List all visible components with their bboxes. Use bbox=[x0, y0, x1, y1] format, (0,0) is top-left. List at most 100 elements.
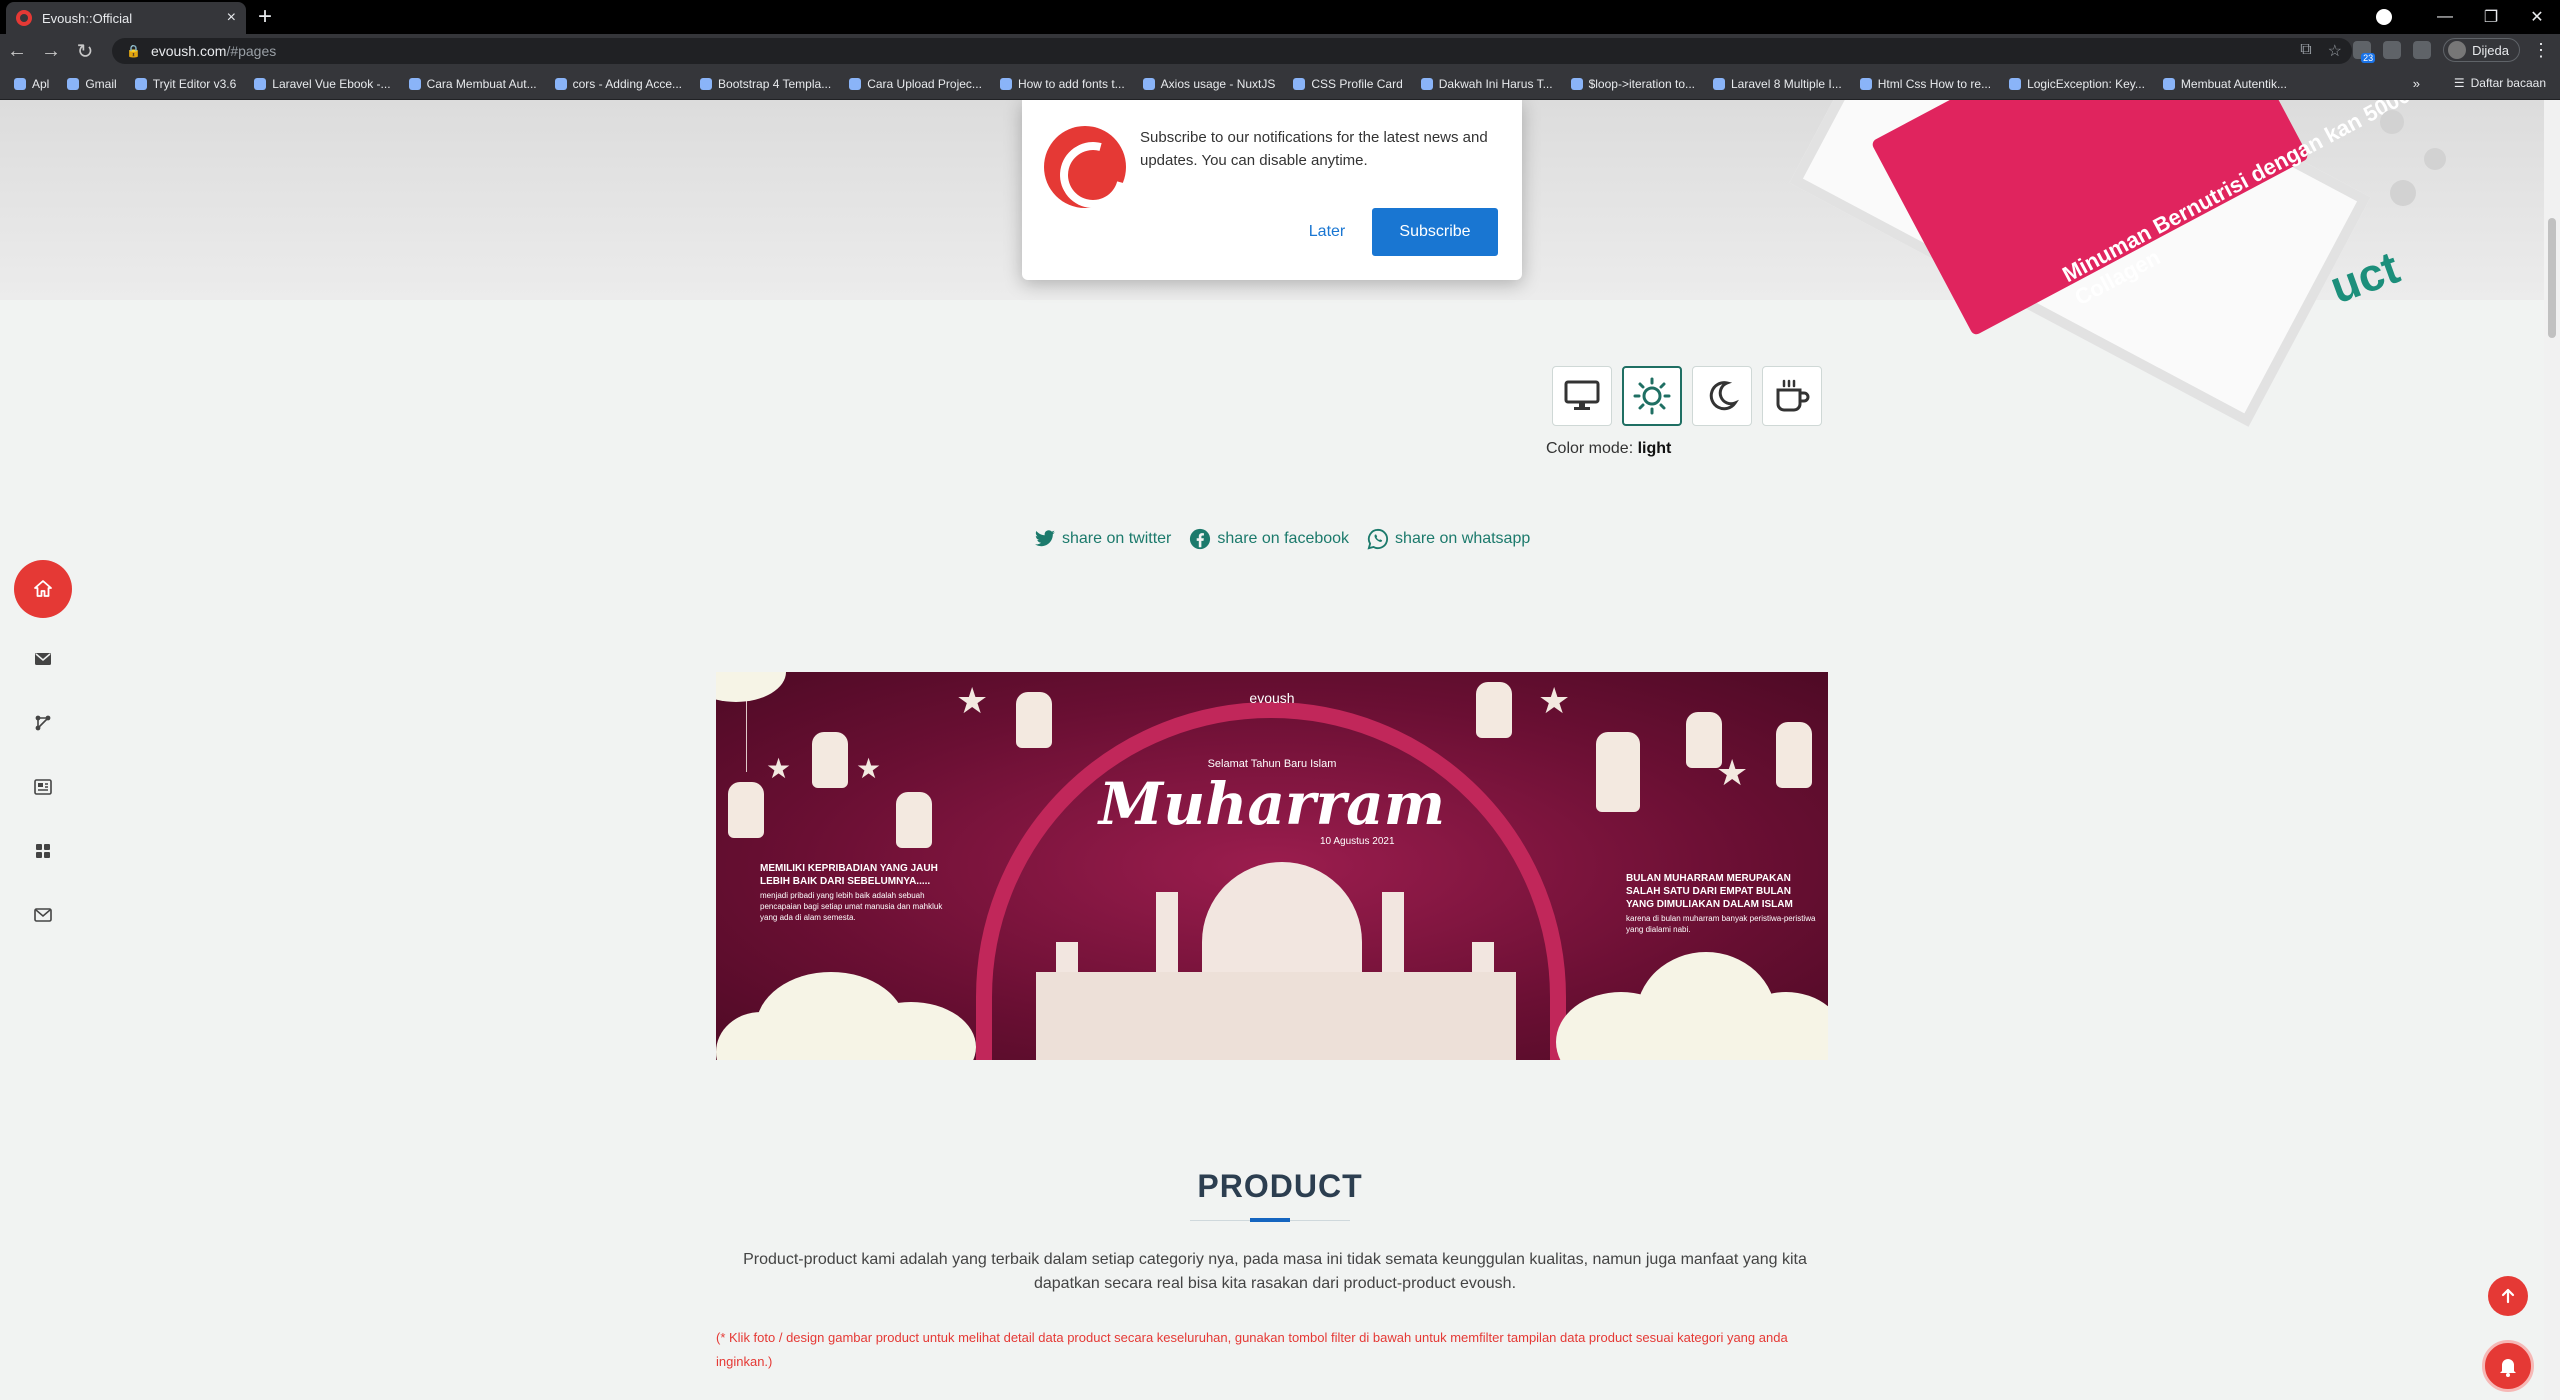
bookmark-item[interactable]: Axios usage - NuxtJS bbox=[1142, 77, 1275, 91]
evoush-logo-icon bbox=[1044, 126, 1126, 208]
bookmark-item[interactable]: Laravel Vue Ebook -... bbox=[254, 76, 391, 91]
mode-system-button[interactable] bbox=[1552, 366, 1612, 426]
youtube-icon bbox=[1420, 77, 1433, 90]
scrollbar-thumb[interactable] bbox=[2548, 218, 2556, 338]
apps-icon bbox=[14, 77, 26, 90]
bookmark-item[interactable]: LogicException: Key... bbox=[2009, 77, 2145, 91]
notification-prompt: Subscribe to our notifications for the l… bbox=[1022, 100, 1522, 280]
reload-button[interactable]: ↻ bbox=[68, 39, 102, 64]
bookmark-item[interactable]: CSS Profile Card bbox=[1293, 76, 1403, 91]
product-description: Product-product kami adalah yang terbaik… bbox=[743, 1251, 1807, 1292]
menu-kebab-icon[interactable]: ⋮ bbox=[2532, 40, 2550, 61]
mode-light-button[interactable] bbox=[1622, 366, 1682, 426]
bookmark-item[interactable]: Cara Upload Projec... bbox=[849, 77, 982, 91]
bookmark-label: Dakwah Ini Harus T... bbox=[1438, 76, 1553, 91]
share-whatsapp-label: share on whatsapp bbox=[1395, 530, 1531, 547]
bookmark-label: Tryit Editor v3.6 bbox=[152, 76, 237, 91]
bookmark-item[interactable]: Cara Membuat Aut... bbox=[408, 77, 537, 91]
arrow-up-icon bbox=[2501, 1288, 2515, 1304]
bookmark-item[interactable]: Bootstrap 4 Templa... bbox=[700, 77, 831, 91]
bookmark-label: Cara Upload Projec... bbox=[867, 76, 982, 91]
media-control-icon[interactable] bbox=[2376, 9, 2392, 25]
tab-close-icon[interactable]: × bbox=[227, 9, 236, 27]
tab-title: Evoush::Official bbox=[42, 10, 133, 26]
banner-right-heading: BULAN MUHARRAM MERUPAKAN SALAH SATU DARI… bbox=[1626, 873, 1793, 910]
nav-mail-button[interactable] bbox=[14, 636, 72, 682]
extension-icon[interactable]: 23 bbox=[2353, 41, 2376, 63]
bookmark-item[interactable]: Apl bbox=[14, 77, 49, 91]
bookmark-label: Gmail bbox=[85, 76, 117, 91]
browser-tabstrip: Evoush::Official × + — ❐ ✕ bbox=[0, 0, 2560, 34]
decor-dot bbox=[2390, 180, 2416, 206]
banner-subtitle: Selamat Tahun Baru Islam bbox=[1207, 758, 1337, 770]
facebook-icon bbox=[1190, 528, 1211, 550]
new-tab-button[interactable]: + bbox=[258, 4, 272, 30]
later-button[interactable]: Later bbox=[1272, 208, 1382, 256]
bookmark-item[interactable]: cors - Adding Acce... bbox=[554, 77, 682, 91]
notification-bell-button[interactable] bbox=[2482, 1340, 2534, 1392]
tab-evoush[interactable]: Evoush::Official × bbox=[6, 2, 246, 34]
close-window-button[interactable]: ✕ bbox=[2514, 7, 2560, 27]
share-twitter-link[interactable]: share on twitter bbox=[1034, 528, 1171, 550]
bookmark-favicon-icon bbox=[408, 77, 421, 90]
bookmark-favicon-icon bbox=[1570, 77, 1583, 90]
extension-icon-2[interactable] bbox=[2383, 41, 2402, 59]
mode-dark-button[interactable] bbox=[1692, 366, 1752, 426]
lock-icon[interactable]: 🔒 bbox=[126, 44, 141, 58]
bookmark-item[interactable]: Html Css How to re... bbox=[1859, 77, 1991, 91]
github-icon bbox=[254, 77, 267, 90]
nav-news-button[interactable] bbox=[14, 764, 72, 810]
nav-network-button[interactable] bbox=[14, 700, 72, 746]
bookmark-item[interactable]: Membuat Autentik... bbox=[2162, 76, 2287, 91]
address-bar[interactable]: 🔒 evoush.com /#pages ⧉ ☆ bbox=[112, 38, 2352, 64]
whatsapp-icon bbox=[1367, 528, 1389, 550]
subscribe-button[interactable]: Subscribe bbox=[1372, 208, 1498, 256]
share-facebook-link[interactable]: share on facebook bbox=[1189, 528, 1349, 550]
bookmark-item[interactable]: $loop->iteration to... bbox=[1570, 77, 1695, 91]
share-twitter-label: share on twitter bbox=[1062, 530, 1172, 547]
color-mode-label: Color mode: light bbox=[1546, 440, 1671, 458]
bookmark-item[interactable]: Laravel 8 Multiple I... bbox=[1713, 77, 1842, 91]
banner-left-text: MEMILIKI KEPRIBADIAN YANG JAUH LEBIH BAI… bbox=[760, 862, 960, 923]
nuxt-icon bbox=[1142, 77, 1155, 90]
gmail-icon bbox=[67, 77, 80, 90]
restore-button[interactable]: ❐ bbox=[2468, 7, 2514, 27]
envelope-filled-icon bbox=[35, 653, 51, 665]
banner-brand: evoush bbox=[1249, 690, 1295, 706]
bookmark-star-icon[interactable]: ☆ bbox=[2328, 41, 2342, 61]
bookmark-label: Membuat Autentik... bbox=[2180, 76, 2287, 91]
nav-contact-button[interactable] bbox=[14, 892, 72, 938]
more-bookmarks-button[interactable]: » bbox=[2413, 76, 2420, 91]
bookmarks-bar: Apl Gmail Tryit Editor v3.6 Laravel Vue … bbox=[0, 68, 2560, 100]
mode-sepia-button[interactable] bbox=[1762, 366, 1822, 426]
open-in-app-icon[interactable]: ⧉ bbox=[2300, 41, 2311, 61]
share-facebook-label: share on facebook bbox=[1217, 530, 1350, 547]
forward-button[interactable]: → bbox=[34, 40, 68, 63]
bookmark-item[interactable]: Dakwah Ini Harus T... bbox=[1420, 76, 1553, 91]
bookmark-favicon-icon bbox=[1293, 77, 1306, 90]
banner-title: Muharram bbox=[1098, 770, 1446, 838]
decor-dot bbox=[2424, 148, 2446, 170]
minimize-button[interactable]: — bbox=[2422, 8, 2468, 26]
nav-grid-button[interactable] bbox=[14, 828, 72, 874]
bookmark-label: Laravel Vue Ebook -... bbox=[272, 76, 391, 91]
scroll-to-top-button[interactable] bbox=[2488, 1276, 2528, 1316]
page-scrollbar[interactable] bbox=[2544, 100, 2560, 1400]
twitter-icon bbox=[1035, 530, 1055, 547]
reading-list-button[interactable]: ☰ Daftar bacaan bbox=[2454, 76, 2546, 90]
bookmark-item[interactable]: Gmail bbox=[67, 76, 117, 91]
back-button[interactable]: ← bbox=[0, 40, 34, 63]
bookmark-item[interactable]: Tryit Editor v3.6 bbox=[134, 76, 237, 91]
nav-home-button[interactable] bbox=[14, 560, 72, 618]
share-whatsapp-link[interactable]: share on whatsapp bbox=[1367, 528, 1530, 550]
muharram-banner-image[interactable]: ★ ★ ★ ★ ★ evoush Selamat Tahun Baru Isla… bbox=[716, 672, 1828, 1060]
monitor-icon bbox=[1564, 380, 1600, 410]
bookmark-label: Apl bbox=[32, 76, 50, 91]
bookmark-item[interactable]: How to add fonts t... bbox=[999, 77, 1125, 91]
url-host: evoush.com bbox=[150, 43, 227, 59]
bookmark-label: CSS Profile Card bbox=[1311, 76, 1403, 91]
bookmark-label: LogicException: Key... bbox=[2027, 76, 2145, 91]
profile-button[interactable]: Dijeda bbox=[2443, 38, 2520, 62]
moon-icon bbox=[1709, 381, 1739, 411]
puzzle-icon[interactable] bbox=[2413, 41, 2432, 59]
